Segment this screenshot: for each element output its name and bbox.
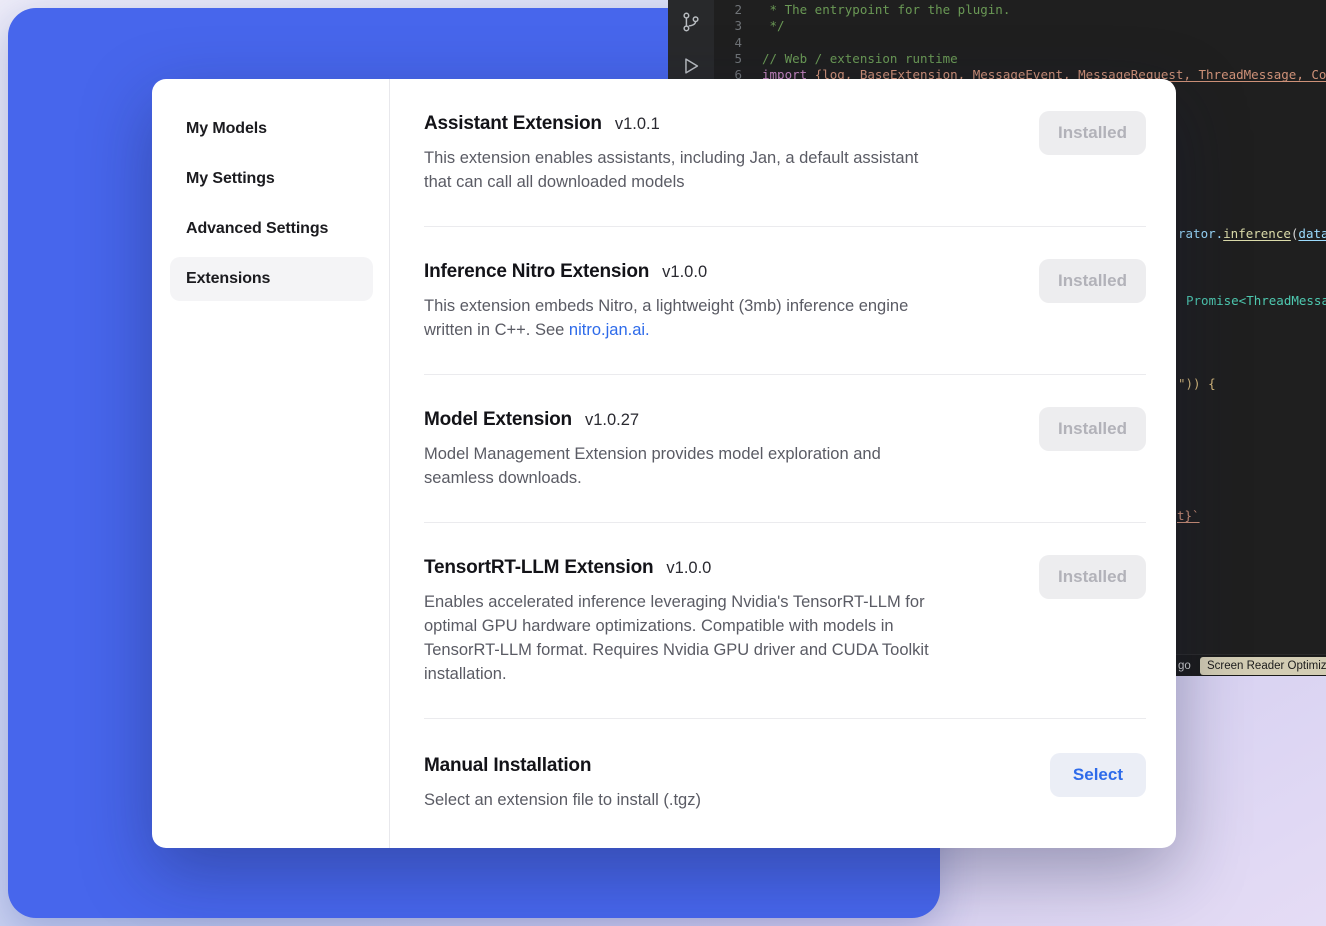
run-debug-icon[interactable]	[680, 55, 702, 77]
manual-installation-title: Manual Installation	[424, 753, 591, 779]
extension-title: Inference Nitro Extension	[424, 259, 649, 285]
code-text: */	[762, 18, 785, 34]
code-line: 5 // Web / extension runtime	[714, 51, 1326, 67]
sidebar-item-advanced-settings[interactable]: Advanced Settings	[170, 207, 373, 251]
code-fragment: ")) {	[1178, 376, 1216, 392]
code-text: * The entrypoint for the plugin.	[762, 2, 1010, 18]
installed-button[interactable]: Installed	[1039, 259, 1146, 303]
code-line: 4	[714, 35, 1326, 51]
select-file-button[interactable]: Select	[1050, 753, 1146, 797]
extension-section-model: Model Extension v1.0.27 Model Management…	[424, 375, 1146, 523]
code-pane[interactable]: 2 * The entrypoint for the plugin. 3 */ …	[714, 2, 1326, 83]
installed-button[interactable]: Installed	[1039, 555, 1146, 599]
code-line: 3 */	[714, 18, 1326, 34]
manual-installation-section: Manual Installation Select an extension …	[424, 719, 1146, 844]
extension-title: Assistant Extension	[424, 111, 602, 137]
installed-button[interactable]: Installed	[1039, 111, 1146, 155]
installed-button[interactable]: Installed	[1039, 407, 1146, 451]
source-control-icon[interactable]	[680, 11, 702, 33]
extension-description: This extension enables assistants, inclu…	[424, 146, 1015, 194]
nitro-jan-ai-link[interactable]: nitro.jan.ai.	[569, 321, 650, 339]
sidebar-item-my-models[interactable]: My Models	[170, 107, 373, 151]
extension-title: Model Extension	[424, 407, 572, 433]
line-number: 3	[714, 18, 742, 34]
extensions-panel: Assistant Extension v1.0.1 This extensio…	[390, 79, 1176, 848]
screen-reader-chip[interactable]: Screen Reader Optimized	[1200, 657, 1326, 675]
settings-modal: My Models My Settings Advanced Settings …	[152, 79, 1176, 848]
extension-section-nitro: Inference Nitro Extension v1.0.0 This ex…	[424, 227, 1146, 375]
status-text: go	[1178, 660, 1191, 672]
manual-installation-description: Select an extension file to install (.tg…	[424, 788, 1024, 812]
sidebar-item-extensions[interactable]: Extensions	[170, 257, 373, 301]
code-line: 2 * The entrypoint for the plugin.	[714, 2, 1326, 18]
extension-version: v1.0.0	[662, 263, 707, 282]
settings-sidebar: My Models My Settings Advanced Settings …	[152, 79, 390, 848]
extension-section-tensorrt: TensortRT-LLM Extension v1.0.0 Enables a…	[424, 523, 1146, 719]
code-fragment: rator.inference(data));	[1178, 226, 1326, 242]
desktop: 2 * The entrypoint for the plugin. 3 */ …	[0, 0, 1326, 926]
extension-version: v1.0.27	[585, 411, 639, 430]
code-fragment: t}`	[1177, 508, 1200, 524]
line-number: 4	[714, 35, 742, 51]
extension-version: v1.0.1	[615, 115, 660, 134]
extension-title: TensortRT-LLM Extension	[424, 555, 653, 581]
extension-version: v1.0.0	[666, 559, 711, 578]
code-text: // Web / extension runtime	[762, 51, 958, 67]
sidebar-item-my-settings[interactable]: My Settings	[170, 157, 373, 201]
line-number: 2	[714, 2, 742, 18]
extension-description: Model Management Extension provides mode…	[424, 442, 1015, 490]
extension-section-assistant: Assistant Extension v1.0.1 This extensio…	[424, 79, 1146, 227]
line-number: 5	[714, 51, 742, 67]
extension-description: This extension embeds Nitro, a lightweig…	[424, 294, 1015, 342]
extension-description: Enables accelerated inference leveraging…	[424, 590, 1015, 686]
code-fragment: Promise<ThreadMessage>	[1186, 293, 1326, 309]
